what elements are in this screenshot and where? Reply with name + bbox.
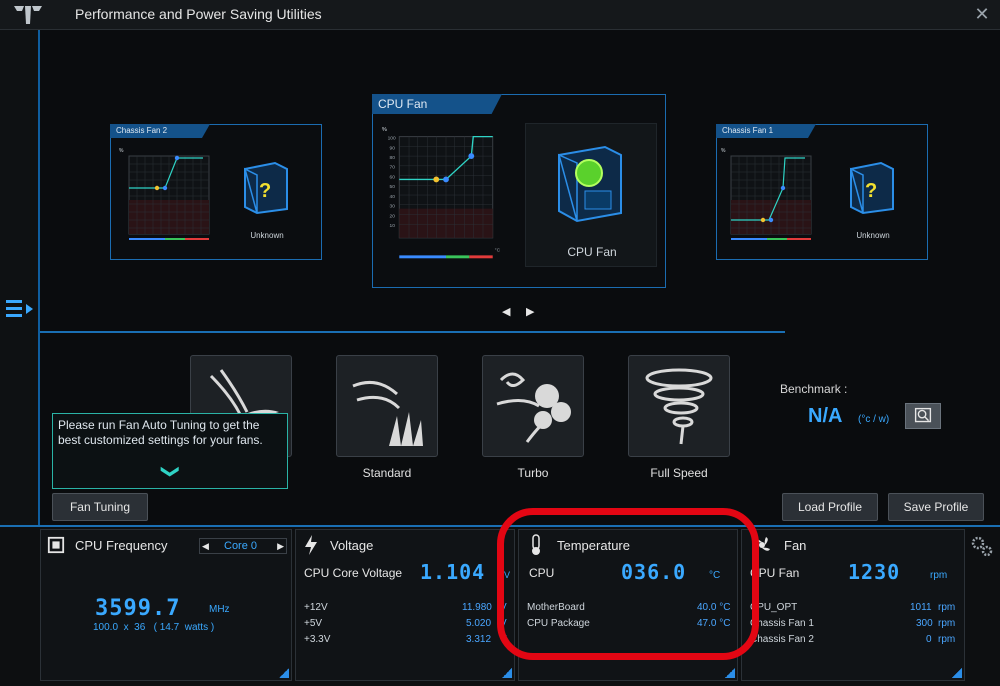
y-tick: 40: [390, 194, 396, 200]
chassis-fan-1-label: Unknown: [856, 231, 890, 240]
load-profile-button[interactable]: Load Profile: [782, 493, 878, 521]
turbo-mode-icon: [496, 372, 571, 443]
cpu-frequency-value: 3599.7: [95, 596, 181, 621]
cpu-frequency-title: CPU Frequency: [75, 538, 168, 553]
chevron-down-icon[interactable]: ❯: [161, 464, 181, 479]
chassis-fan-1-speed-label: Chassis Fan 1: [750, 618, 814, 629]
save-profile-button[interactable]: Save Profile: [888, 493, 984, 521]
voltage-title: Voltage: [330, 538, 374, 553]
cpu-core-voltage-label: CPU Core Voltage: [304, 566, 403, 580]
cpu-chip-icon: [47, 536, 65, 554]
svg-text:%: %: [119, 148, 124, 154]
mode-standard-button[interactable]: [336, 355, 438, 457]
mode-turbo-button[interactable]: [482, 355, 584, 457]
svg-text:%: %: [382, 127, 387, 133]
chassis-fan-2-speed-unit: rpm: [938, 634, 956, 645]
y-tick: 70: [390, 165, 396, 171]
prev-fan-arrow[interactable]: ◀: [502, 305, 510, 318]
volt-12-label: +12V: [304, 602, 328, 613]
chassis-fan-1-curve-chart[interactable]: %: [719, 143, 829, 255]
cpu-opt-value: 1011: [910, 602, 932, 613]
x-unit: °C: [495, 247, 501, 253]
cpu-frequency-panel[interactable]: CPU Frequency ◀ Core 0 ▶ 3599.7 MHz 100.…: [40, 529, 292, 681]
benchmark-label: Benchmark :: [780, 382, 848, 396]
mode-full-speed-button[interactable]: [628, 355, 730, 457]
temperature-highlight-annotation: [497, 508, 759, 660]
standard-mode-icon: [352, 380, 423, 446]
fan-title: Fan: [784, 538, 807, 553]
unknown-device-icon: ?: [849, 161, 894, 215]
panel-corner: [279, 668, 289, 678]
svg-text:?: ?: [865, 180, 877, 202]
volt-5-label: +5V: [304, 618, 323, 629]
next-fan-arrow[interactable]: ▶: [526, 305, 534, 318]
fan-tuning-button[interactable]: Fan Tuning: [52, 493, 148, 521]
cpu-fan-device-icon: [557, 145, 622, 223]
chassis-fan-1-speed-unit: rpm: [938, 618, 956, 629]
cpu-fan-speed-unit: rpm: [930, 570, 948, 581]
chassis-fan-2-card[interactable]: Chassis Fan 2 % ? Unknown: [110, 124, 322, 260]
mode-full-speed-label: Full Speed: [650, 466, 708, 480]
chassis-fan-2-tab: Chassis Fan 2: [110, 124, 210, 138]
mode-standard-label: Standard: [362, 466, 412, 480]
unknown-device-icon: ?: [243, 161, 288, 215]
cpu-fan-card[interactable]: CPU Fan % 100 90 80 70 60 50 40 30 20 10…: [372, 94, 666, 288]
fan-speed-panel[interactable]: Fan CPU Fan 1230 rpm CPU_OPT 1011 rpm Ch…: [741, 529, 965, 681]
volt-33-value: 3.312: [466, 634, 492, 645]
y-tick: 20: [390, 213, 396, 219]
volt-5-value: 5.020: [466, 618, 492, 629]
cpu-frequency-detail: 100.0 x 36 ( 14.7 watts ): [93, 622, 215, 633]
y-tick: 30: [390, 204, 396, 210]
cpu-fan-tab: CPU Fan: [372, 94, 502, 114]
core-next-arrow[interactable]: ▶: [277, 539, 284, 553]
close-icon[interactable]: ✕: [972, 4, 992, 24]
section-divider: [40, 331, 785, 333]
tuf-logo-icon: [14, 6, 42, 24]
chassis-fan-2-curve-chart[interactable]: %: [117, 143, 227, 255]
mode-turbo-label: Turbo: [517, 466, 549, 480]
chassis-fan-2-label: Unknown: [250, 231, 284, 240]
volt-12-value: 11.980: [462, 602, 492, 613]
title-bar: Performance and Power Saving Utilities ✕: [0, 0, 1000, 30]
panel-corner: [725, 668, 735, 678]
y-tick: 90: [390, 145, 396, 151]
y-tick: 50: [390, 184, 396, 190]
lightning-icon: [305, 535, 317, 555]
full-speed-mode-icon: [645, 368, 713, 445]
benchmark-value: N/A: [808, 405, 843, 427]
chassis-fan-1-speed-value: 300: [916, 618, 933, 629]
window-title: Performance and Power Saving Utilities: [75, 6, 322, 22]
chassis-fan-1-card[interactable]: Chassis Fan 1 % ? Unknown: [716, 124, 928, 260]
volt-33-label: +3.3V: [304, 634, 331, 645]
tip-text: Please run Fan Auto Tuning to get the be…: [58, 418, 263, 447]
chassis-fan-2-speed-label: Chassis Fan 2: [750, 634, 814, 645]
chassis-fan-2-speed-value: 0: [926, 634, 932, 645]
voltage-panel[interactable]: Voltage CPU Core Voltage 1.104 V +12V 11…: [295, 529, 515, 681]
expand-menu-icon[interactable]: [6, 298, 34, 320]
panel-corner: [502, 668, 512, 678]
cpu-frequency-unit: MHz: [209, 604, 230, 615]
side-menu-bar: [0, 30, 40, 525]
settings-gear-icon[interactable]: [970, 535, 994, 559]
benchmark-search-icon: [914, 407, 932, 423]
cpu-fan-speed-value: 1230: [848, 560, 901, 584]
cpu-fan-label: CPU Fan: [567, 245, 617, 259]
y-tick: 80: [390, 155, 396, 161]
cpu-fan-curve-chart[interactable]: % 100 90 80 70 60 50 40 30 20 10 °C: [377, 123, 515, 269]
cpu-core-voltage-value: 1.104: [420, 560, 486, 584]
cpu-opt-unit: rpm: [938, 602, 956, 613]
panel-corner: [952, 668, 962, 678]
core-value: Core 0: [224, 540, 258, 552]
benchmark-run-button[interactable]: [905, 403, 941, 429]
y-tick: 60: [390, 174, 396, 180]
svg-text:%: %: [721, 148, 726, 154]
y-tick: 100: [388, 136, 396, 142]
svg-text:?: ?: [259, 180, 271, 202]
core-selector[interactable]: ◀ Core 0 ▶: [199, 538, 287, 554]
chassis-fan-1-tab: Chassis Fan 1: [716, 124, 816, 138]
y-tick: 10: [390, 223, 396, 229]
benchmark-unit: (°c / w): [858, 414, 890, 425]
fan-tuning-tip: Please run Fan Auto Tuning to get the be…: [52, 413, 288, 489]
core-prev-arrow[interactable]: ◀: [202, 539, 209, 553]
